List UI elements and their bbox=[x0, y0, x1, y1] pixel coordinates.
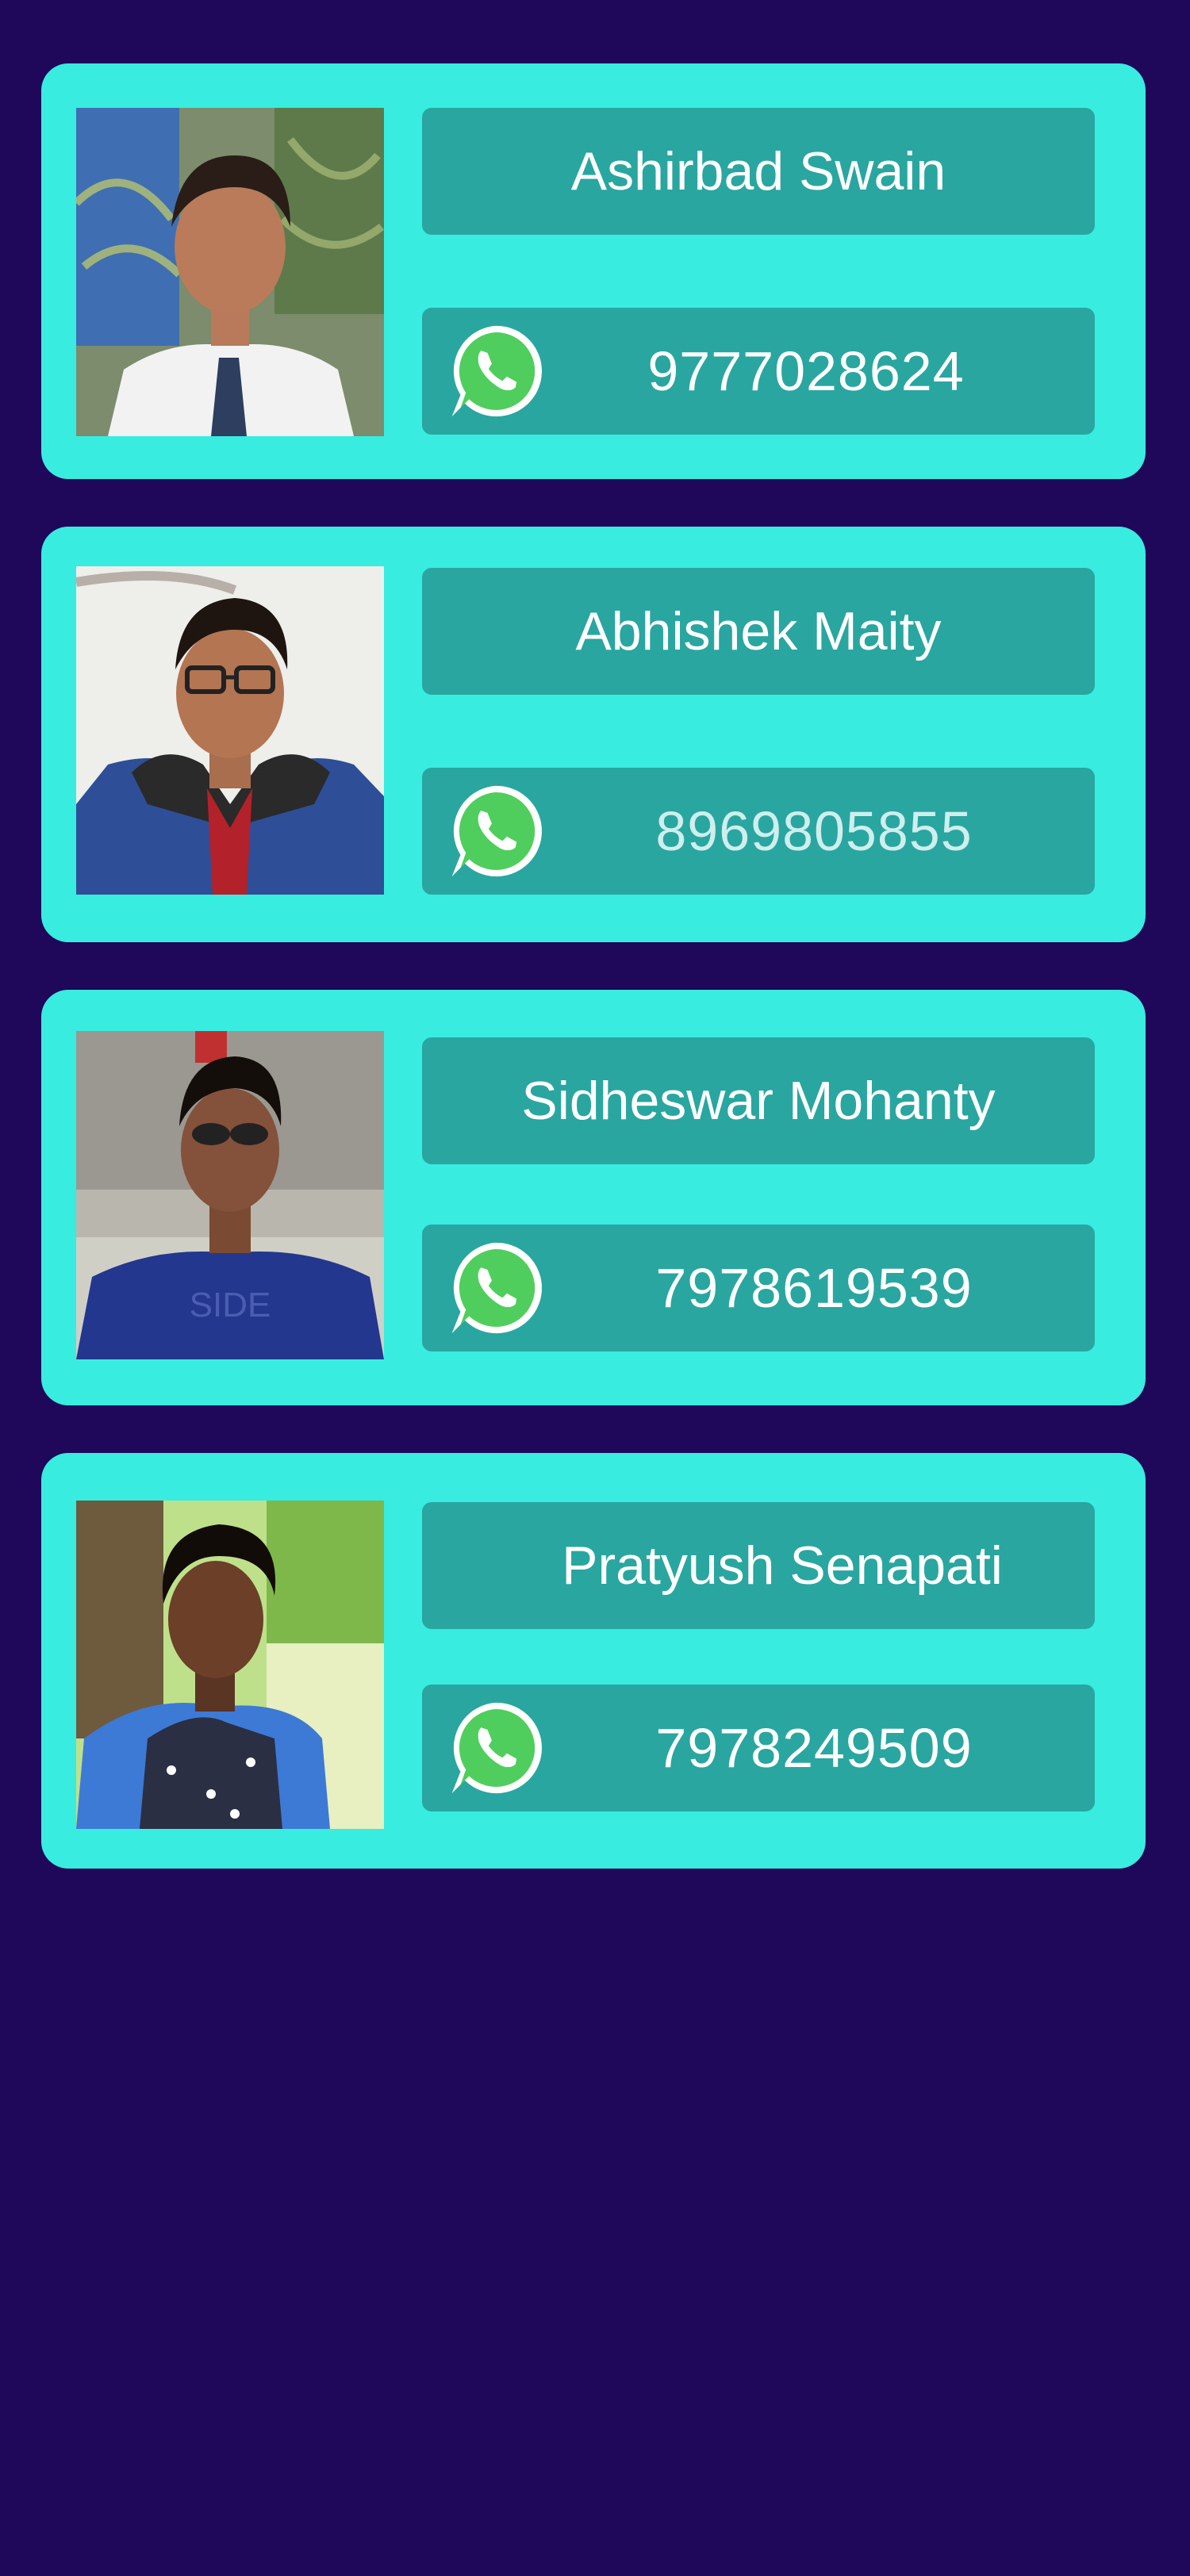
phone-number: 7978619539 bbox=[655, 1257, 973, 1319]
contact-name: Sidheswar Mohanty bbox=[422, 1037, 1095, 1164]
whatsapp-button[interactable]: 9777028624 bbox=[422, 308, 1095, 435]
contact-name-label: Sidheswar Mohanty bbox=[521, 1071, 996, 1131]
contact-name: Abhishek Maity bbox=[422, 568, 1095, 695]
contact-card: Ashirbad Swain 9777028624 bbox=[41, 63, 1146, 479]
svg-text:SIDE: SIDE bbox=[190, 1286, 271, 1324]
profile-photo bbox=[76, 566, 384, 895]
contact-name: Ashirbad Swain bbox=[422, 108, 1095, 235]
whatsapp-icon bbox=[441, 1234, 549, 1342]
whatsapp-icon bbox=[441, 1694, 549, 1802]
phone-number: 8969805855 bbox=[655, 800, 973, 862]
whatsapp-button[interactable]: 7978619539 bbox=[422, 1225, 1095, 1351]
contact-name-label: Ashirbad Swain bbox=[570, 141, 946, 201]
phone-number: 7978249509 bbox=[655, 1717, 973, 1779]
contact-name: Pratyush Senapati bbox=[422, 1502, 1095, 1629]
contact-card: Pratyush Senapati 7978249509 bbox=[41, 1453, 1146, 1869]
contact-card: SIDE Sidheswar Mohanty 7978619539 bbox=[41, 990, 1146, 1405]
whatsapp-button[interactable]: 7978249509 bbox=[422, 1685, 1095, 1811]
profile-photo: SIDE bbox=[76, 1031, 384, 1359]
profile-photo bbox=[76, 108, 384, 436]
contact-name-label: Abhishek Maity bbox=[575, 601, 942, 661]
contacts-screen: Ashirbad Swain 9777028624 Abhishek Maity… bbox=[0, 0, 1190, 2576]
whatsapp-button[interactable]: 8969805855 bbox=[422, 768, 1095, 895]
whatsapp-icon bbox=[441, 777, 549, 885]
phone-number: 9777028624 bbox=[647, 340, 965, 402]
contact-card: Abhishek Maity 8969805855 bbox=[41, 527, 1146, 942]
profile-photo bbox=[76, 1501, 384, 1829]
contact-name-label: Pratyush Senapati bbox=[562, 1535, 1003, 1596]
whatsapp-icon bbox=[441, 317, 549, 425]
